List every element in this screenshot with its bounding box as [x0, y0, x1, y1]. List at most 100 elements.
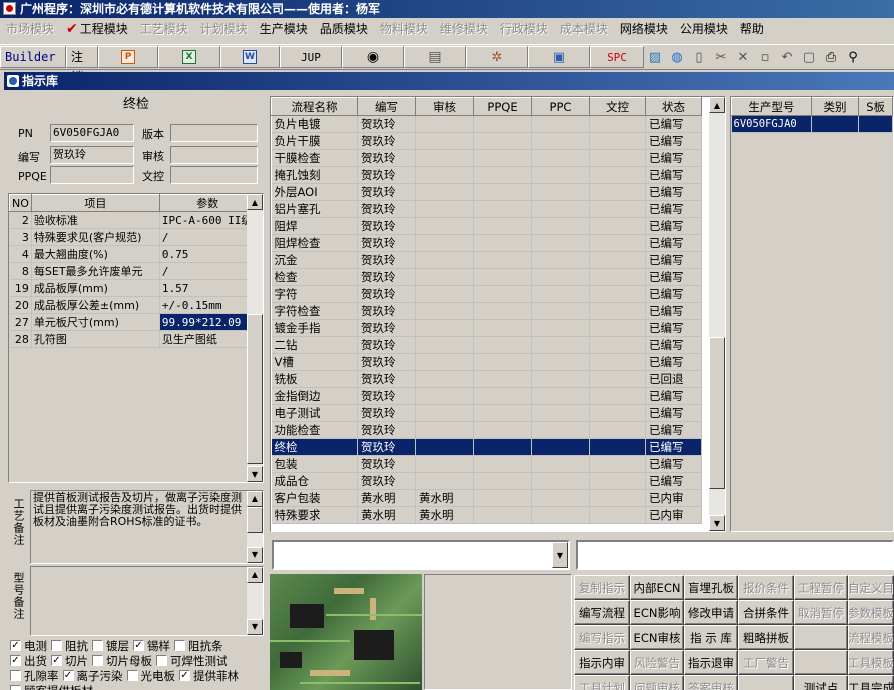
menu-item-12[interactable]: 帮助	[734, 20, 770, 37]
process-cell[interactable]	[589, 268, 646, 286]
process-cell[interactable]	[531, 353, 590, 371]
option-checkbox[interactable]: 阻抗	[51, 638, 88, 654]
param-cell-item[interactable]: 特殊要求见(客户规范)	[31, 228, 160, 246]
option-checkbox[interactable]: 阻抗条	[174, 638, 223, 654]
disk-button[interactable]: ▫	[754, 46, 776, 68]
process-row[interactable]: 特殊要求 黄水明 黄水明 已内审	[271, 506, 702, 524]
preview-button[interactable]: ▢	[798, 46, 820, 68]
process-cell[interactable]: 外层AOI	[271, 183, 358, 201]
process-column-header[interactable]: PPQE	[473, 97, 532, 116]
process-row[interactable]: 二钻 贺玖玲 已编写	[271, 336, 702, 354]
process-cell[interactable]	[473, 217, 532, 235]
process-cell[interactable]	[473, 506, 532, 524]
process-cell[interactable]: 已编写	[645, 302, 702, 320]
process-row[interactable]: 铣板 贺玖玲 已回退	[271, 370, 702, 388]
process-cell[interactable]	[589, 302, 646, 320]
process-row[interactable]: 检查 贺玖玲 已编写	[271, 268, 702, 286]
process-cell[interactable]	[415, 421, 474, 439]
model-cell[interactable]	[858, 115, 893, 133]
process-cell[interactable]	[415, 285, 474, 303]
process-row[interactable]: 字符检查 贺玖玲 已编写	[271, 302, 702, 320]
checkbox-empty-icon[interactable]	[174, 640, 185, 651]
scroll-thumb[interactable]	[709, 337, 725, 489]
word-button[interactable]: W	[220, 46, 280, 68]
process-cell[interactable]	[415, 234, 474, 252]
process-cell[interactable]	[531, 200, 590, 218]
action-button[interactable]: 指 示 库	[684, 625, 738, 650]
filter-combo[interactable]: ▼	[272, 540, 570, 570]
checkbox-empty-icon[interactable]	[156, 655, 167, 666]
process-cell[interactable]	[473, 268, 532, 286]
process-cell[interactable]	[589, 370, 646, 388]
process-cell[interactable]	[415, 319, 474, 337]
param-row[interactable]: 4 最大翘曲度(%) 0.75	[9, 245, 256, 263]
process-row[interactable]: 掩孔蚀刻 贺玖玲 已编写	[271, 166, 702, 184]
scroll-down-icon[interactable]: ▼	[247, 547, 263, 563]
process-row[interactable]: 负片干膜 贺玖玲 已编写	[271, 132, 702, 150]
process-cell[interactable]: 客户包装	[271, 489, 358, 507]
action-button[interactable]: 编写流程	[574, 600, 630, 625]
model-note-scrollbar[interactable]: ▲ ▼	[247, 567, 263, 635]
process-cell[interactable]	[473, 132, 532, 150]
process-cell[interactable]	[531, 115, 590, 133]
option-checkbox[interactable]: 孔隙率	[10, 668, 59, 684]
process-cell[interactable]	[589, 336, 646, 354]
process-cell[interactable]: 掩孔蚀刻	[271, 166, 358, 184]
param-header-item[interactable]: 项目	[30, 194, 160, 212]
process-column-header[interactable]: 审核	[415, 97, 474, 116]
param-cell-param[interactable]: 99.99*212.09	[159, 313, 256, 331]
param-cell-param[interactable]: 0.75	[159, 245, 256, 263]
process-cell[interactable]	[415, 302, 474, 320]
process-cell[interactable]	[473, 200, 532, 218]
process-cell[interactable]: 已编写	[645, 387, 702, 405]
checkbox-empty-icon[interactable]	[92, 640, 103, 651]
process-cell[interactable]	[415, 268, 474, 286]
process-cell[interactable]: 已编写	[645, 183, 702, 201]
process-row[interactable]: 铝片塞孔 贺玖玲 已编写	[271, 200, 702, 218]
process-cell[interactable]: 贺玖玲	[357, 353, 416, 371]
process-cell[interactable]	[415, 370, 474, 388]
process-cell[interactable]: 已编写	[645, 472, 702, 490]
action-button[interactable]: 修改申请	[684, 600, 738, 625]
process-cell[interactable]: 字符检查	[271, 302, 358, 320]
process-cell[interactable]	[415, 166, 474, 184]
process-cell[interactable]: 已编写	[645, 132, 702, 150]
process-cell[interactable]	[415, 132, 474, 150]
action-button[interactable]: ECN审核	[630, 625, 684, 650]
process-cell[interactable]: 包装	[271, 455, 358, 473]
param-cell-item[interactable]: 孔符图	[31, 330, 160, 348]
model-note-box[interactable]: ▲ ▼	[30, 566, 264, 636]
option-checkbox[interactable]: ✓ 提供菲林	[179, 668, 239, 684]
menu-item-11[interactable]: 公用模块	[674, 20, 734, 37]
action-button[interactable]: 取消暂停	[794, 600, 848, 625]
process-cell[interactable]: 已内审	[645, 489, 702, 507]
process-cell[interactable]: 贺玖玲	[357, 336, 416, 354]
scroll-down-icon[interactable]: ▼	[247, 466, 263, 482]
checkbox-checked-icon[interactable]: ✓	[10, 640, 21, 651]
checkbox-empty-icon[interactable]	[126, 670, 138, 681]
param-cell-no[interactable]: 8	[9, 262, 32, 280]
process-cell[interactable]	[473, 336, 532, 354]
param-cell-param[interactable]: /	[159, 228, 256, 246]
process-cell[interactable]: 贺玖玲	[357, 319, 416, 337]
process-cell[interactable]: 终检	[271, 438, 358, 456]
param-cell-param[interactable]: 1.57	[159, 279, 256, 297]
process-column-header[interactable]: 流程名称	[271, 97, 358, 116]
param-row[interactable]: 8 每SET最多允许废单元 /	[9, 262, 256, 280]
param-cell-item[interactable]: 最大翘曲度(%)	[31, 245, 160, 263]
process-cell[interactable]: 已编写	[645, 336, 702, 354]
param-cell-no[interactable]: 20	[9, 296, 32, 314]
model-column-header[interactable]: 类别	[810, 97, 860, 116]
process-cell[interactable]: 贺玖玲	[357, 404, 416, 422]
process-cell[interactable]	[589, 166, 646, 184]
menu-item-1[interactable]: ✔ 工程模块	[60, 20, 134, 37]
find-button[interactable]: ⚲	[842, 46, 864, 68]
process-cell[interactable]	[531, 183, 590, 201]
window-button[interactable]: ▨	[644, 46, 666, 68]
param-row[interactable]: 19 成品板厚(mm) 1.57	[9, 279, 256, 297]
process-cell[interactable]: 贺玖玲	[357, 438, 416, 456]
action-button[interactable]: 报价条件	[738, 575, 794, 600]
doc-control-field[interactable]	[170, 166, 258, 184]
option-checkbox[interactable]: 顾客提供板材	[10, 683, 93, 690]
checkbox-checked-icon[interactable]: ✓	[10, 655, 21, 666]
